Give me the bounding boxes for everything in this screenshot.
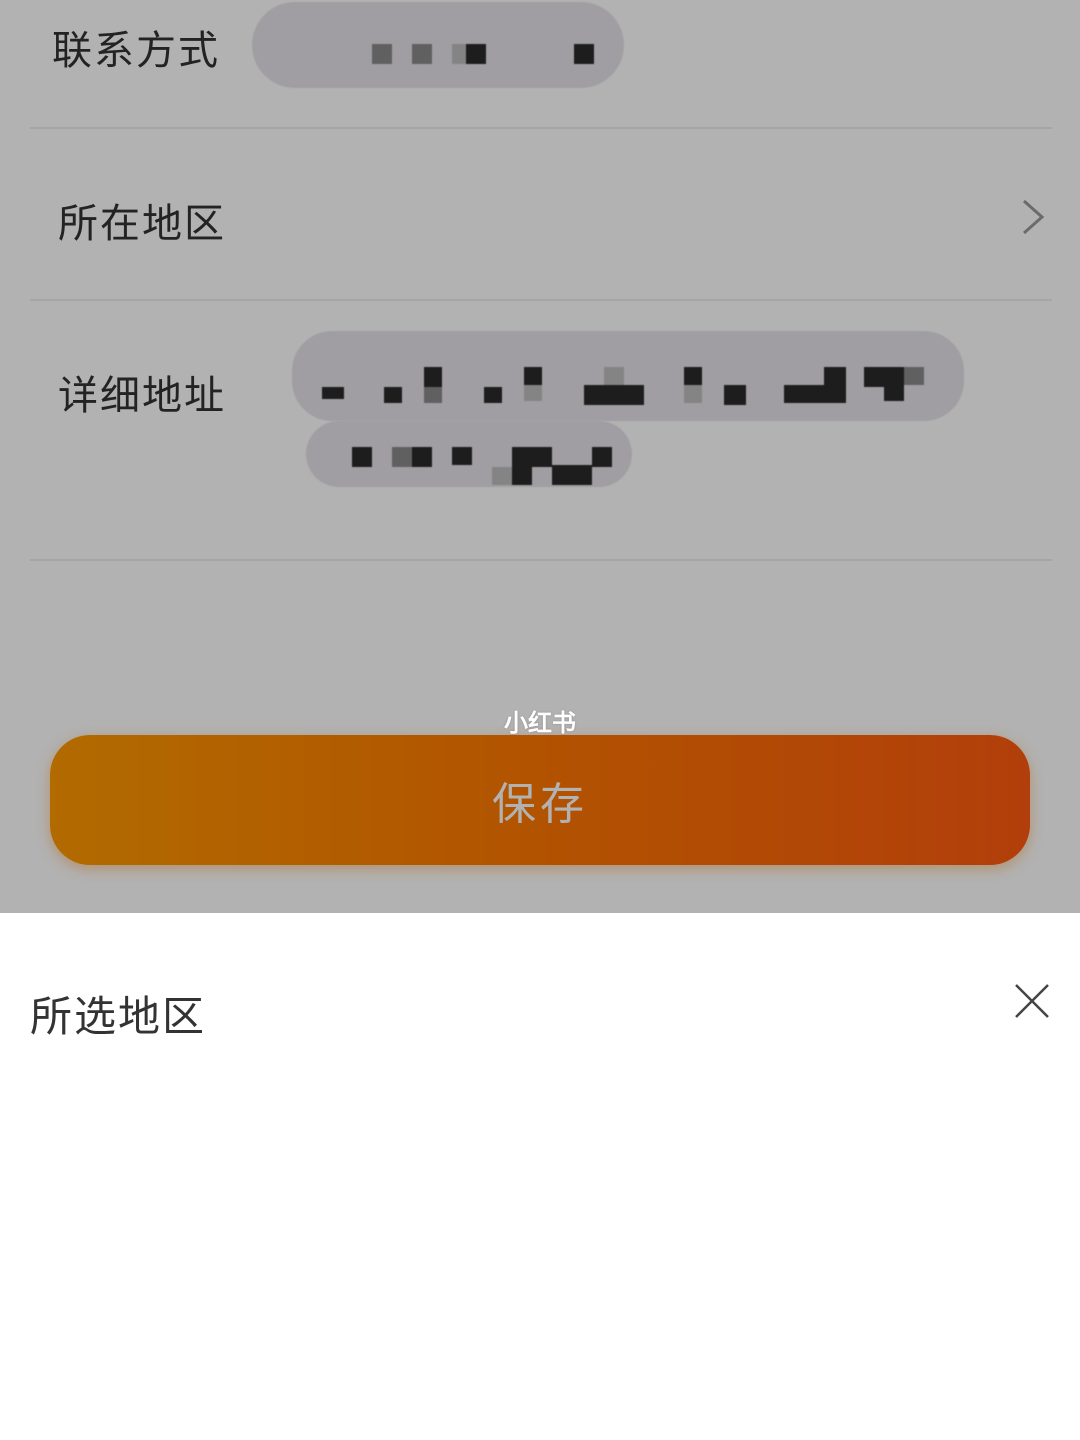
sheet-title: 所选地区	[30, 992, 207, 1041]
close-icon[interactable]	[1012, 981, 1052, 1021]
modal-overlay[interactable]	[0, 0, 1080, 913]
address-edit-screen: 联系方式 所在地区 详细地址 保存 小红书 所选地区	[0, 0, 1080, 1440]
watermark: 小红书	[504, 709, 576, 737]
region-selection-sheet: 所选地区	[0, 913, 1080, 1440]
